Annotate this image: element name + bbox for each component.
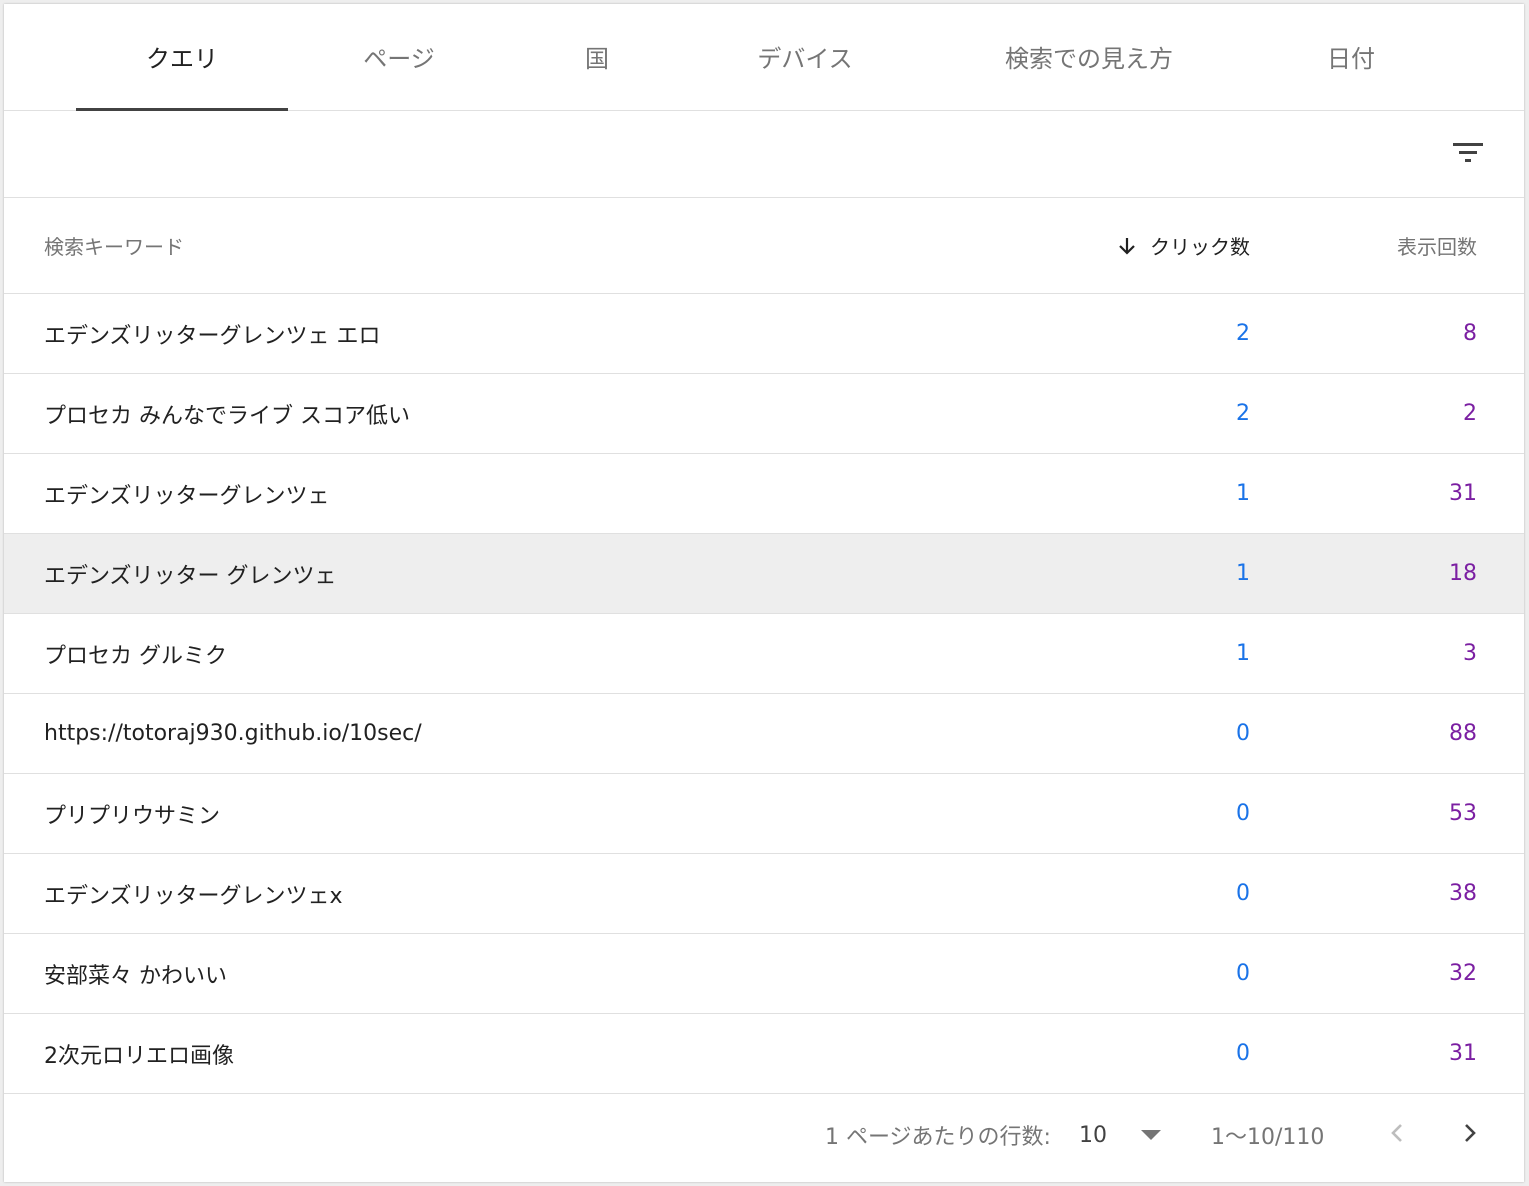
impressions-cell: 3 <box>1463 641 1477 666</box>
table-row[interactable]: エデンズリッターグレンツェx 0 38 <box>4 854 1524 934</box>
dimension-tabs: クエリ ページ 国 デバイス 検索での見え方 日付 <box>4 4 1524 111</box>
tab-query[interactable]: クエリ <box>76 4 288 111</box>
clicks-cell: 0 <box>1236 881 1250 906</box>
performance-table-card: クエリ ページ 国 デバイス 検索での見え方 日付 検索キーワード クリック数 … <box>4 4 1524 1182</box>
table-body: エデンズリッターグレンツェ エロ 2 8 プロセカ みんなでライブ スコア低い … <box>4 294 1524 1094</box>
tab-label: クエリ <box>146 44 218 73</box>
rows-per-page-value: 10 <box>1079 1122 1107 1148</box>
table-row[interactable]: エデンズリッターグレンツェ エロ 2 8 <box>4 294 1524 374</box>
keyword-cell: https://totoraj930.github.io/10sec/ <box>44 721 422 746</box>
dropdown-caret-icon <box>1141 1130 1161 1140</box>
clicks-cell: 0 <box>1236 801 1250 826</box>
tab-label: 検索での見え方 <box>1005 44 1173 73</box>
impressions-cell: 31 <box>1449 1041 1477 1066</box>
keyword-cell: エデンズリッター グレンツェ <box>44 563 337 589</box>
clicks-cell: 0 <box>1236 1041 1250 1066</box>
table-row[interactable]: プロセカ みんなでライブ スコア低い 2 2 <box>4 374 1524 454</box>
impressions-cell: 88 <box>1449 721 1477 746</box>
impressions-cell: 53 <box>1449 801 1477 826</box>
table-toolbar <box>4 111 1524 198</box>
filter-list-icon[interactable] <box>1452 141 1484 165</box>
tab-label: デバイス <box>757 44 853 73</box>
tab-label: 日付 <box>1327 44 1375 73</box>
clicks-cell: 1 <box>1236 561 1250 586</box>
column-header-clicks-label: クリック数 <box>1150 235 1250 259</box>
keyword-cell: プリプリウサミン <box>44 803 221 829</box>
impressions-cell: 18 <box>1449 561 1477 586</box>
table-header-row: 検索キーワード クリック数 表示回数 <box>4 198 1524 294</box>
tab-label: ページ <box>363 44 435 73</box>
keyword-cell: エデンズリッターグレンツェ エロ <box>44 323 381 349</box>
table-row[interactable]: 2次元ロリエロ画像 0 31 <box>4 1014 1524 1094</box>
chevron-right-icon[interactable] <box>1455 1118 1485 1148</box>
impressions-cell: 31 <box>1449 481 1477 506</box>
rows-per-page-label: 1 ページあたりの行数: <box>825 1125 1051 1150</box>
impressions-cell: 38 <box>1449 881 1477 906</box>
table-row[interactable]: https://totoraj930.github.io/10sec/ 0 88 <box>4 694 1524 774</box>
table-row[interactable]: エデンズリッターグレンツェ 1 31 <box>4 454 1524 534</box>
table-row[interactable]: プロセカ グルミク 1 3 <box>4 614 1524 694</box>
table-row[interactable]: エデンズリッター グレンツェ 1 18 <box>4 534 1524 614</box>
pagination-footer: 1 ページあたりの行数: 10 1〜10/110 <box>4 1088 1524 1182</box>
keyword-cell: プロセカ みんなでライブ スコア低い <box>44 403 410 429</box>
table-row[interactable]: 安部菜々 かわいい 0 32 <box>4 934 1524 1014</box>
keyword-cell: エデンズリッターグレンツェ <box>44 483 330 509</box>
impressions-cell: 32 <box>1449 961 1477 986</box>
tab-page[interactable]: ページ <box>294 4 504 110</box>
column-header-keyword: 検索キーワード <box>44 235 184 259</box>
column-header-clicks[interactable]: クリック数 <box>1116 198 1250 293</box>
chevron-left-icon[interactable] <box>1382 1118 1412 1148</box>
clicks-cell: 0 <box>1236 961 1250 986</box>
clicks-cell: 0 <box>1236 721 1250 746</box>
impressions-cell: 2 <box>1463 401 1477 426</box>
arrow-down-icon <box>1119 237 1135 255</box>
clicks-cell: 2 <box>1236 321 1250 346</box>
keyword-cell: プロセカ グルミク <box>44 643 227 669</box>
keyword-cell: エデンズリッターグレンツェx <box>44 883 343 909</box>
pagination-range: 1〜10/110 <box>1211 1125 1325 1150</box>
impressions-cell: 8 <box>1463 321 1477 346</box>
keyword-cell: 2次元ロリエロ画像 <box>44 1043 234 1069</box>
rows-per-page-select[interactable]: 10 <box>1079 1088 1161 1182</box>
tab-search-appearance[interactable]: 検索での見え方 <box>964 4 1214 110</box>
clicks-cell: 2 <box>1236 401 1250 426</box>
tab-label: 国 <box>585 44 609 73</box>
table-row[interactable]: プリプリウサミン 0 53 <box>4 774 1524 854</box>
clicks-cell: 1 <box>1236 481 1250 506</box>
tab-country[interactable]: 国 <box>514 4 680 110</box>
clicks-cell: 1 <box>1236 641 1250 666</box>
tab-device[interactable]: デバイス <box>700 4 910 110</box>
keyword-cell: 安部菜々 かわいい <box>44 963 227 989</box>
tab-date[interactable]: 日付 <box>1256 4 1446 110</box>
column-header-impressions[interactable]: 表示回数 <box>1397 198 1477 293</box>
